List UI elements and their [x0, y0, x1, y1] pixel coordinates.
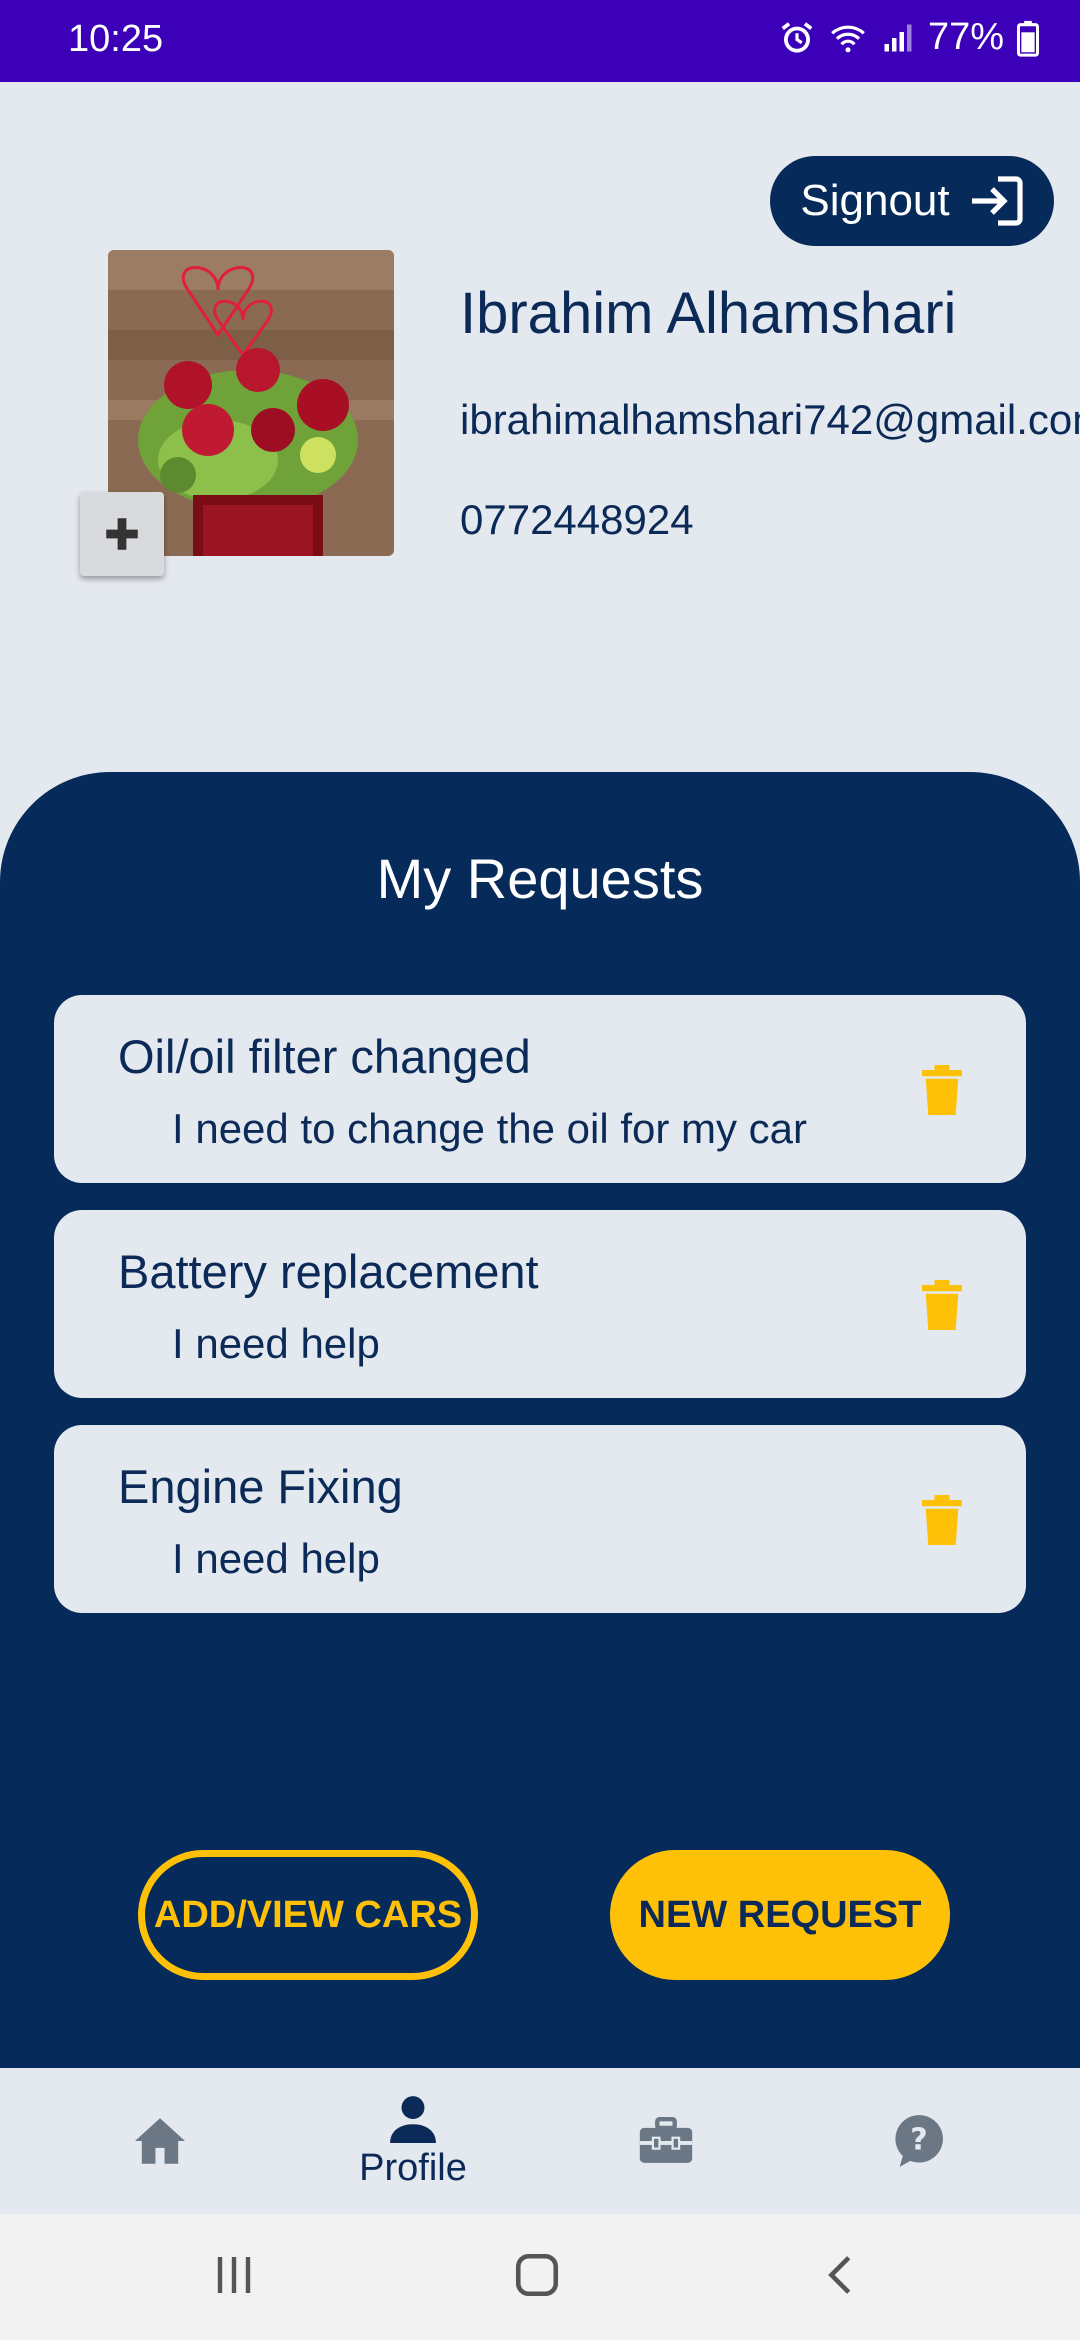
status-icons: 77% — [778, 16, 1040, 59]
svg-text:?: ? — [910, 2123, 927, 2158]
signout-label: Signout — [800, 176, 950, 225]
request-title: Oil/oil filter changed — [118, 1030, 531, 1083]
request-card[interactable]: Oil/oil filter changed I need to change … — [54, 995, 1026, 1183]
battery-percent: 77% — [927, 16, 1004, 58]
request-card[interactable]: Battery replacement I need help — [54, 1210, 1026, 1398]
status-time: 10:25 — [68, 18, 164, 60]
request-description: I need to change the oil for my car — [172, 1105, 808, 1152]
person-icon — [390, 2095, 436, 2143]
add-view-cars-button[interactable]: ADD/VIEW CARS — [138, 1850, 478, 1980]
add-photo-button[interactable] — [80, 492, 164, 576]
plus-icon — [106, 518, 138, 550]
requests-title: My Requests — [376, 847, 704, 910]
home-icon — [135, 2118, 185, 2164]
nav-profile[interactable]: Profile — [313, 2068, 513, 2214]
home-button-icon[interactable] — [512, 2250, 562, 2300]
alarm-icon — [781, 21, 813, 53]
request-description: I need help — [172, 1535, 380, 1582]
requests-panel: My Requests Oil/oil filter changed I nee… — [0, 772, 1080, 2068]
profile-email: ibrahimalhamshari742@gmail.com — [460, 396, 1080, 443]
new-request-button[interactable]: NEW REQUEST — [610, 1850, 950, 1980]
battery-icon — [1016, 20, 1040, 57]
nav-help[interactable]: ? — [819, 2068, 1019, 2214]
nav-services[interactable] — [566, 2068, 766, 2214]
back-icon[interactable] — [818, 2250, 864, 2300]
trash-icon[interactable] — [922, 1065, 962, 1115]
status-bar: 10:25 77% — [0, 0, 1080, 82]
recent-apps-icon[interactable] — [210, 2250, 258, 2300]
signout-button[interactable]: Signout — [770, 156, 1054, 246]
logout-icon — [971, 176, 1023, 226]
help-icon: ? — [895, 2115, 943, 2167]
wifi-icon — [831, 25, 865, 52]
signal-icon — [884, 24, 912, 51]
profile-name: Ibrahim Alhamshari — [460, 281, 957, 346]
profile-phone: 0772448924 — [460, 496, 694, 543]
nav-home[interactable] — [60, 2068, 260, 2214]
nav-profile-label: Profile — [359, 2146, 467, 2189]
request-title: Engine Fixing — [118, 1460, 403, 1513]
bottom-nav: Profile ? — [0, 2068, 1080, 2214]
request-card[interactable]: Engine Fixing I need help — [54, 1425, 1026, 1613]
trash-icon[interactable] — [922, 1280, 962, 1330]
request-description: I need help — [172, 1320, 380, 1367]
request-title: Battery replacement — [118, 1245, 539, 1298]
system-nav-bar — [0, 2214, 1080, 2340]
trash-icon[interactable] — [922, 1495, 962, 1545]
toolbox-icon — [639, 2117, 693, 2163]
